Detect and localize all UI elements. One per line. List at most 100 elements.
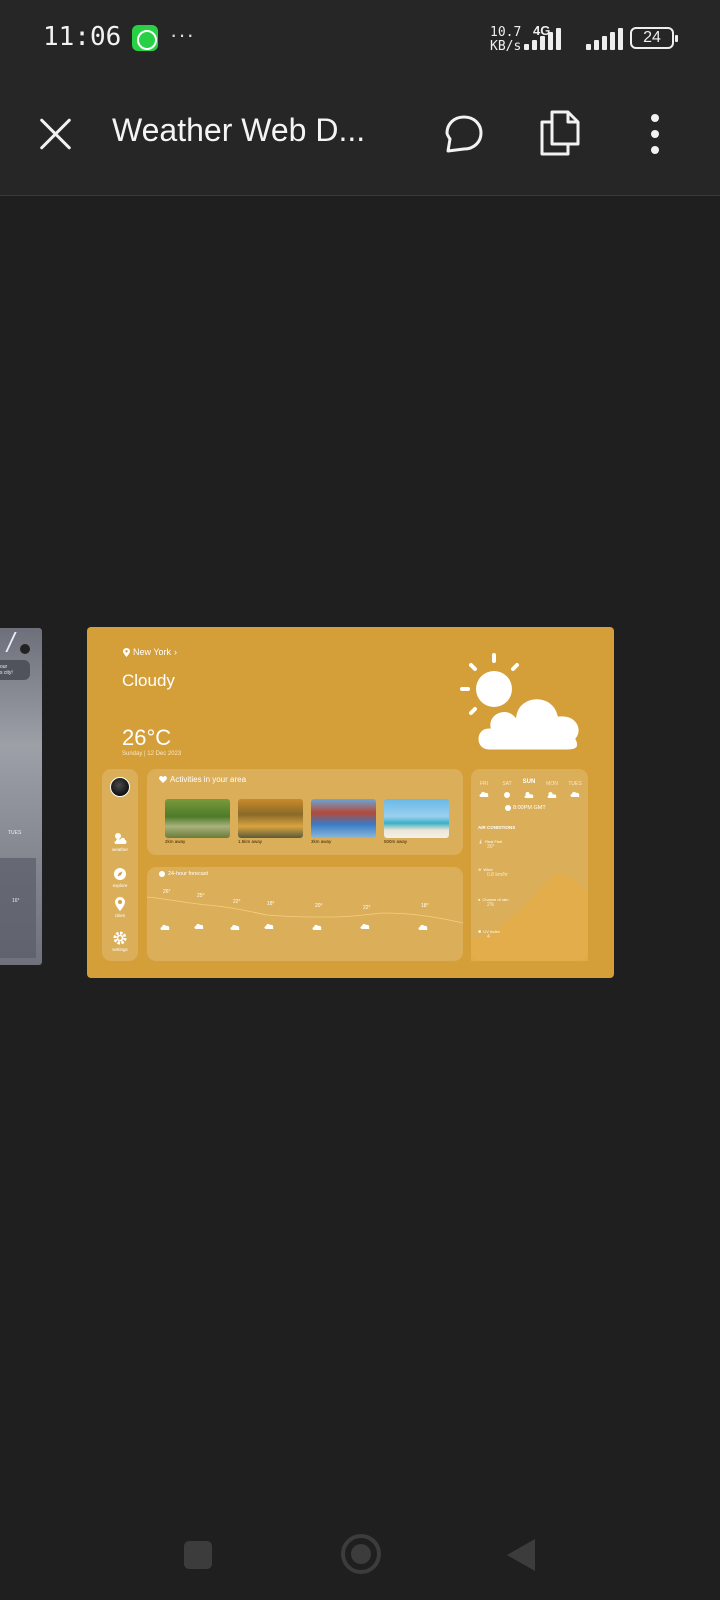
recents-button[interactable]	[184, 1541, 212, 1569]
forecast-temp-label: 25°	[197, 893, 205, 899]
document-title: Weather Web D...	[112, 112, 366, 148]
temperature: 26°C	[122, 725, 172, 750]
network-speed: 10.7 KB/s	[490, 26, 521, 54]
network-speed-value: 10.7	[490, 25, 522, 40]
forecast-temp-label: 22°	[363, 905, 371, 911]
forecast-temp-label: 26°	[163, 889, 171, 895]
forecast-temp-label: 18°	[267, 901, 275, 907]
close-button[interactable]	[32, 110, 80, 158]
activity-caption: 500m away	[384, 839, 408, 844]
activity-caption: 1.5km away	[238, 839, 263, 844]
air-value: 0.8 km/hr	[487, 872, 508, 878]
chevron-right-icon: ›	[174, 647, 178, 657]
prev-temp: 16°	[12, 898, 20, 904]
network-speed-unit: KB/s	[490, 39, 522, 54]
autumn-park-photo[interactable]	[238, 799, 303, 838]
air-rain: ● Chance of rain 2%	[478, 897, 508, 908]
time-gmt: 8:00PM GMT	[505, 805, 546, 811]
air-value: 4	[487, 934, 490, 940]
sidebar-item-settings[interactable]: settings	[102, 931, 138, 952]
prev-forecast-panel	[0, 858, 36, 958]
heart-icon	[159, 776, 167, 783]
day-label-active[interactable]: SUN	[520, 779, 538, 785]
status-time: 11:06	[43, 22, 122, 52]
sun-icon	[504, 792, 510, 798]
forecast-cloud-icon	[194, 923, 204, 929]
time-gmt-text: 8:00PM GMT	[513, 805, 546, 811]
forecast-cloud-icon	[264, 923, 274, 929]
clock-icon	[505, 805, 511, 811]
forecast-temp-label: 20°	[315, 903, 323, 909]
location-name: New York	[133, 647, 172, 657]
sidebar-item-label: cities	[114, 913, 126, 918]
cloud-sun-icon	[460, 653, 582, 753]
forecast-cloud-icon	[418, 924, 428, 930]
signal-icon-2	[586, 28, 632, 50]
sidebar-item-label: weather	[111, 847, 128, 852]
air-wind: ≋ Wind 0.8 km/hr	[478, 867, 508, 878]
condition: Cloudy	[122, 671, 175, 690]
app-bar: Weather Web D...	[0, 78, 720, 196]
weather-frame-preview[interactable]: New York › Cloudy 26°C Sunday | 12 Dec 2…	[87, 627, 614, 978]
forecast-cloud-icon	[360, 923, 370, 929]
date: Sunday | 12 Dec 2023	[122, 751, 182, 757]
back-button[interactable]	[507, 1539, 535, 1571]
home-button[interactable]	[341, 1534, 381, 1574]
activity-caption: 2km away	[165, 839, 186, 844]
activity-caption: 3km away	[311, 839, 332, 844]
map-pin-icon	[115, 897, 125, 911]
cloud-sun-icon	[547, 792, 557, 798]
droplet-icon: ●	[478, 897, 481, 902]
beach-photo[interactable]	[384, 799, 449, 838]
sidebar-item-label: settings	[112, 947, 128, 952]
day-label: MON	[546, 781, 558, 787]
signal-icon	[524, 28, 570, 50]
air-conditions-title: AIR CONDITIONS	[478, 825, 516, 830]
activities-title-text: Activities in your area	[170, 775, 247, 784]
sidebar-item-weather[interactable]: weather	[102, 831, 138, 852]
lightning-icon	[0, 632, 17, 652]
activities-panel: Activities in your area 2km away 1.5km a…	[147, 769, 463, 855]
sidebar-item-explore[interactable]: explore	[102, 867, 138, 888]
sidebar-item-cities[interactable]: cities	[102, 897, 138, 918]
cloud-sun-icon	[524, 792, 534, 798]
avatar[interactable]	[110, 777, 130, 797]
air-value: 2%	[487, 902, 495, 908]
waterpark-photo[interactable]	[311, 799, 376, 838]
prev-pill: our s city!	[0, 660, 30, 680]
copy-icon[interactable]	[540, 110, 580, 156]
gear-icon	[113, 931, 127, 945]
canvas[interactable]: our s city! TUES 16° New York › Cloudy 26…	[0, 197, 720, 1507]
air-real-feel: 🌡 Real Feel 30°	[478, 839, 502, 850]
cloud-rain-icon	[479, 791, 489, 797]
more-vert-icon[interactable]	[640, 112, 670, 156]
cloud-rain-icon	[570, 791, 580, 797]
air-uv: ✺ UV Index 4	[478, 929, 500, 940]
cloud-sun-icon	[114, 833, 127, 844]
air-value: 30°	[487, 844, 495, 850]
comment-icon[interactable]	[444, 114, 484, 154]
park-photo[interactable]	[165, 799, 230, 838]
forecast-temp-label: 22°	[233, 899, 241, 905]
location: New York ›	[123, 647, 177, 657]
wind-icon: ≋	[478, 867, 482, 872]
week-panel: FRI SAT SUN MON TUES 8:00PM GMT AIR COND…	[471, 769, 588, 961]
prev-day-label: TUES	[8, 830, 22, 836]
status-more-icon: ···	[170, 22, 195, 47]
compass-icon	[114, 868, 126, 880]
avatar	[20, 644, 30, 654]
day-label: FRI	[479, 781, 489, 787]
forecast-chart: 26° 25° 22° 18° 20° 22° 18°	[147, 889, 463, 930]
day-label: SAT	[502, 781, 512, 787]
activities-title: Activities in your area	[159, 775, 246, 784]
previous-frame[interactable]: our s city! TUES 16°	[0, 628, 42, 965]
sun-icon: ✺	[478, 929, 482, 934]
whatsapp-icon	[132, 25, 158, 51]
forecast-cloud-icon	[312, 924, 322, 930]
sidebar: weather explore cities settings	[102, 769, 138, 961]
sidebar-item-label: explore	[112, 883, 128, 888]
day-label: TUES	[568, 781, 582, 787]
map-pin-icon	[123, 647, 130, 657]
air-chart	[471, 874, 588, 961]
air-label: UV Index	[483, 929, 500, 934]
